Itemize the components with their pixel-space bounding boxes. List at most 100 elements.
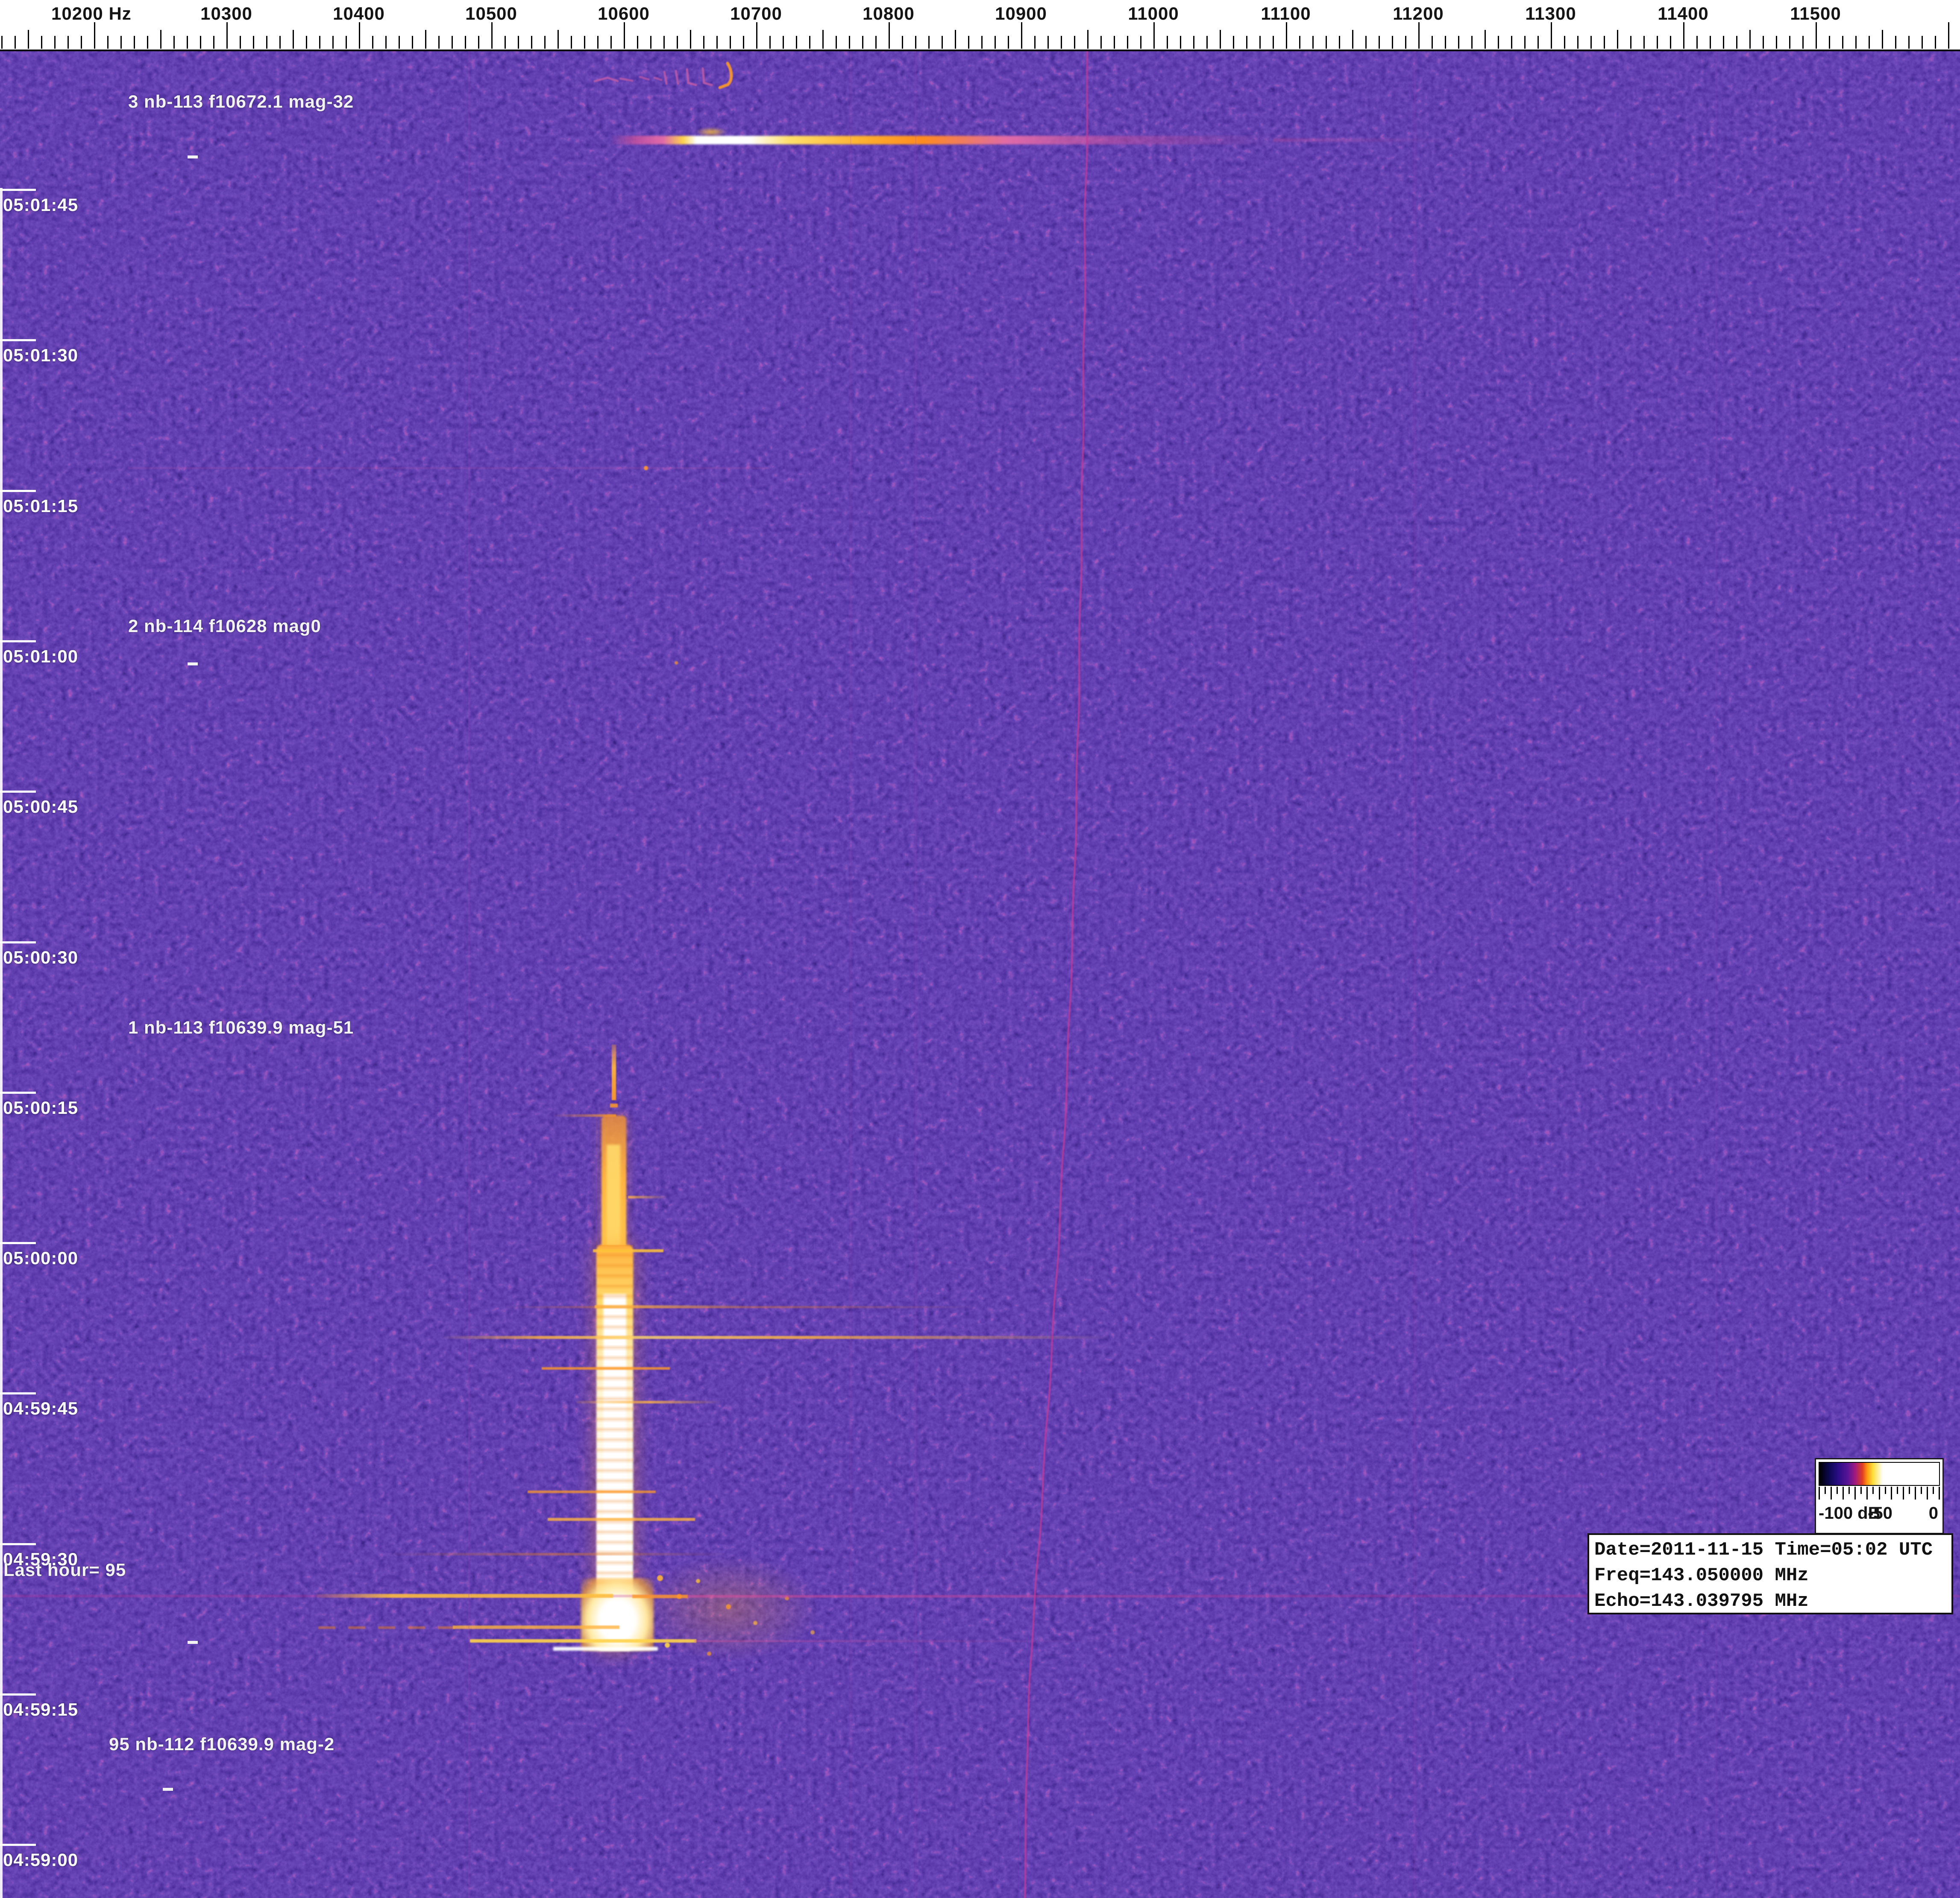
freq-tick — [1193, 36, 1194, 49]
freq-tick — [1895, 36, 1896, 49]
freq-tick — [1617, 30, 1618, 49]
freq-tick — [1220, 30, 1221, 49]
freq-tick — [293, 30, 294, 49]
db-tick — [1903, 1487, 1904, 1500]
freq-tick — [1352, 30, 1353, 49]
time-tick — [0, 791, 36, 793]
freq-tick — [120, 36, 122, 49]
time-label: 05:00:30 — [3, 947, 78, 968]
freq-tick — [15, 36, 16, 49]
freq-tick — [1299, 36, 1300, 49]
freq-tick — [1140, 36, 1141, 49]
freq-tick — [1405, 36, 1406, 49]
db-scale-ticks — [1819, 1487, 1940, 1502]
freq-tick — [107, 36, 109, 49]
freq-tick — [412, 36, 413, 49]
time-tick — [0, 490, 36, 492]
time-tick — [0, 339, 36, 341]
freq-label: 10500 — [465, 3, 517, 24]
db-tick — [1872, 1487, 1874, 1494]
db-tick — [1885, 1487, 1886, 1494]
freq-tick — [319, 36, 320, 49]
db-tick — [1921, 1487, 1922, 1494]
noise-texture — [0, 51, 1960, 1898]
db-tick — [1891, 1487, 1892, 1500]
freq-tick — [637, 36, 638, 49]
db-tick — [1927, 1487, 1928, 1500]
freq-tick — [1326, 36, 1327, 49]
freq-tick — [1047, 36, 1049, 49]
freq-tick — [544, 36, 546, 49]
freq-tick — [769, 36, 771, 49]
freq-tick — [663, 36, 665, 49]
freq-label: 10800 — [863, 3, 915, 24]
freq-tick — [1246, 36, 1247, 49]
freq-tick — [796, 36, 797, 49]
db-color-scale-legend: -100 dB -50 0 — [1815, 1458, 1944, 1534]
freq-tick — [1842, 36, 1843, 49]
freq-label: 10600 — [598, 3, 650, 24]
db-tick — [1909, 1487, 1910, 1494]
freq-tick — [571, 36, 572, 49]
freq-label: 10300 — [200, 3, 252, 24]
freq-tick — [1643, 36, 1645, 49]
freq-tick — [1471, 36, 1473, 49]
freq-tick — [1432, 36, 1433, 49]
freq-tick — [1670, 36, 1671, 49]
freq-tick — [889, 22, 890, 49]
freq-tick — [134, 36, 135, 49]
info-echo-frequency: Echo=143.039795 MHz — [1594, 1590, 1809, 1612]
freq-tick — [1365, 36, 1367, 49]
time-label: 05:01:45 — [3, 195, 78, 215]
freq-tick — [54, 36, 56, 49]
freq-tick — [597, 36, 599, 49]
freq-tick — [1683, 22, 1684, 49]
freq-tick — [1206, 36, 1208, 49]
freq-tick — [875, 36, 877, 49]
freq-tick — [332, 36, 334, 49]
echo-annotation: 2 nb-114 f10628 mag0 — [128, 616, 321, 636]
freq-tick — [425, 30, 426, 49]
freq-tick — [1511, 36, 1512, 49]
freq-tick — [1034, 36, 1036, 49]
freq-tick — [557, 30, 559, 49]
freq-tick — [1855, 36, 1857, 49]
db-scale-labels: -100 dB -50 0 — [1816, 1502, 1942, 1528]
freq-tick — [160, 30, 161, 49]
freq-label: 10700 — [730, 3, 782, 24]
freq-tick — [1074, 36, 1075, 49]
freq-tick — [995, 36, 996, 49]
freq-tick — [1630, 36, 1631, 49]
freq-tick — [1498, 36, 1499, 49]
time-label: 05:01:00 — [3, 646, 78, 667]
freq-tick — [809, 36, 810, 49]
freq-tick — [1524, 36, 1526, 49]
freq-tick — [1180, 36, 1181, 49]
freq-tick — [1537, 36, 1539, 49]
db-tick — [1897, 1487, 1898, 1494]
time-tick — [0, 1693, 36, 1696]
time-label: 04:59:45 — [3, 1398, 78, 1419]
time-label: 04:59:15 — [3, 1699, 78, 1720]
observation-info-box: Date=2011-11-15 Time=05:02 UTC Freq=143.… — [1587, 1533, 1953, 1614]
freq-tick — [584, 36, 585, 49]
time-tick — [0, 1844, 36, 1846]
db-mid-label: -50 — [1868, 1504, 1893, 1523]
freq-tick — [703, 36, 704, 49]
db-tick — [1879, 1487, 1880, 1500]
freq-tick — [1273, 36, 1274, 49]
freq-tick — [41, 36, 42, 49]
freq-tick — [1, 36, 3, 49]
freq-tick — [1657, 36, 1658, 49]
freq-tick — [28, 30, 29, 49]
freq-tick — [147, 36, 148, 49]
freq-tick — [1882, 30, 1883, 49]
freq-tick — [200, 36, 201, 49]
freq-tick — [346, 36, 347, 49]
freq-tick — [438, 36, 440, 49]
freq-tick — [730, 36, 731, 49]
freq-label: 10200 Hz — [51, 3, 132, 24]
freq-tick — [491, 22, 493, 49]
freq-tick — [1233, 36, 1234, 49]
freq-tick — [1445, 36, 1446, 49]
